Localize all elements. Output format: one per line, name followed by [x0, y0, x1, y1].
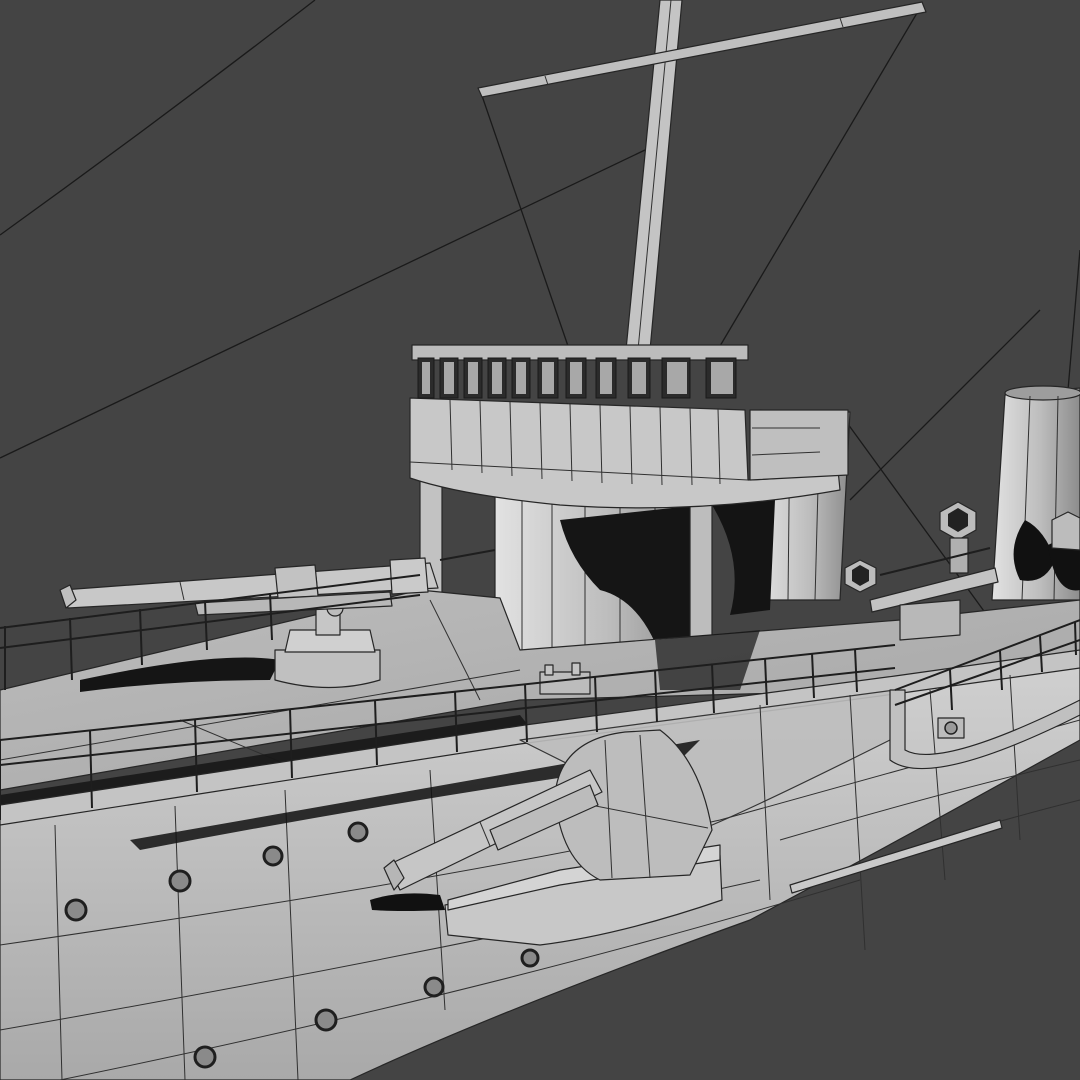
viewport [0, 0, 1080, 1080]
funnel-icon [991, 385, 1080, 601]
hull-fitting-icon [937, 717, 965, 739]
ship-3d-render [0, 0, 1080, 1080]
